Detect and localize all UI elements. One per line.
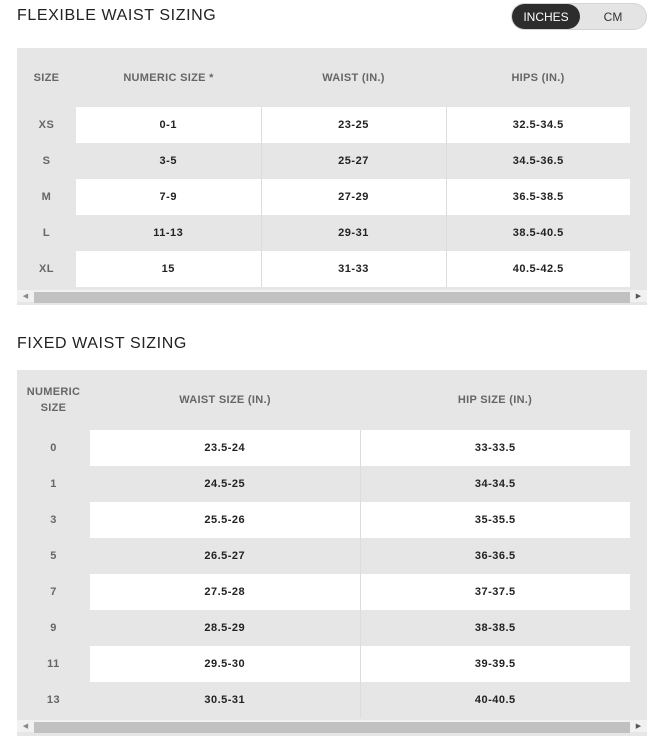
table-cell: 0-1 bbox=[76, 107, 261, 143]
table-row: 3 25.5-26 35-35.5 bbox=[17, 502, 630, 538]
fixed-waist-title: FIXED WAIST SIZING bbox=[17, 335, 187, 352]
row-header-cell: 7 bbox=[50, 586, 57, 598]
scroll-left-icon[interactable]: ◀ bbox=[17, 290, 34, 302]
column-header-waist-size: WAIST SIZE (IN.) bbox=[179, 394, 271, 406]
scrollbar-thumb[interactable] bbox=[34, 722, 630, 733]
table-row: 7 27.5-28 37-37.5 bbox=[17, 574, 630, 610]
fixed-waist-table-container: NUMERIC SIZE WAIST SIZE (IN.) HIP SIZE (… bbox=[17, 370, 647, 736]
table-row: 1 24.5-25 34-34.5 bbox=[17, 466, 630, 502]
scroll-right-icon[interactable]: ▶ bbox=[630, 290, 647, 302]
table-cell: 27.5-28 bbox=[90, 574, 360, 610]
row-header-cell: 11 bbox=[47, 658, 60, 670]
row-header-cell: S bbox=[42, 155, 51, 167]
table-header-row: NUMERIC SIZE WAIST SIZE (IN.) HIP SIZE (… bbox=[17, 370, 630, 430]
table-row: 0 23.5-24 33-33.5 bbox=[17, 430, 630, 466]
column-header-hips: HIPS (IN.) bbox=[511, 71, 565, 84]
table-cell: 23-25 bbox=[260, 107, 446, 143]
scroll-left-icon[interactable]: ◀ bbox=[17, 720, 34, 732]
horizontal-scrollbar[interactable]: ◀ ▶ bbox=[17, 720, 647, 733]
row-header-cell: 9 bbox=[50, 622, 57, 634]
table-row: 11 29.5-30 39-39.5 bbox=[17, 646, 630, 682]
column-header-numeric-size: NUMERIC SIZE bbox=[26, 386, 81, 414]
table-row: 9 28.5-29 38-38.5 bbox=[17, 610, 630, 646]
table-cell: 38-38.5 bbox=[359, 610, 630, 646]
row-header-cell: 5 bbox=[50, 550, 57, 562]
row-header-cell: M bbox=[41, 191, 52, 203]
unit-toggle[interactable]: INCHES CM bbox=[511, 3, 647, 30]
table-cell: 32.5-34.5 bbox=[445, 107, 630, 143]
flexible-waist-table: SIZE NUMERIC SIZE * WAIST (IN.) HIPS (IN… bbox=[17, 48, 630, 287]
table-cell: 11-13 bbox=[76, 215, 261, 251]
table-cell: 3-5 bbox=[76, 143, 261, 179]
table-cell: 36.5-38.5 bbox=[445, 179, 630, 215]
row-header-cell: 1 bbox=[50, 478, 57, 490]
table-cell: 30.5-31 bbox=[90, 682, 360, 718]
table-cell: 34-34.5 bbox=[359, 466, 630, 502]
table-cell: 31-33 bbox=[260, 251, 446, 287]
table-cell: 35-35.5 bbox=[359, 502, 630, 538]
table-row: XS 0-1 23-25 32.5-34.5 bbox=[17, 107, 630, 143]
table-row: M 7-9 27-29 36.5-38.5 bbox=[17, 179, 630, 215]
table-cell: 25-27 bbox=[260, 143, 446, 179]
row-header-cell: XL bbox=[38, 263, 55, 275]
unit-option-inches[interactable]: INCHES bbox=[512, 4, 580, 29]
table-cell: 29-31 bbox=[260, 215, 446, 251]
row-header-cell: 3 bbox=[50, 514, 57, 526]
table-cell: 15 bbox=[76, 251, 261, 287]
flexible-waist-title: FLEXIBLE WAIST SIZING bbox=[17, 7, 217, 24]
table-cell: 38.5-40.5 bbox=[445, 215, 630, 251]
table-row: S 3-5 25-27 34.5-36.5 bbox=[17, 143, 630, 179]
table-cell: 40-40.5 bbox=[359, 682, 630, 718]
table-cell: 7-9 bbox=[76, 179, 261, 215]
flexible-waist-table-container: SIZE NUMERIC SIZE * WAIST (IN.) HIPS (IN… bbox=[17, 48, 647, 305]
table-header-row: SIZE NUMERIC SIZE * WAIST (IN.) HIPS (IN… bbox=[17, 48, 630, 107]
table-cell: 37-37.5 bbox=[359, 574, 630, 610]
table-row: 5 26.5-27 36-36.5 bbox=[17, 538, 630, 574]
table-cell: 23.5-24 bbox=[90, 430, 360, 466]
table-cell: 36-36.5 bbox=[359, 538, 630, 574]
row-header-cell: XS bbox=[38, 119, 55, 131]
column-header-size: SIZE bbox=[33, 71, 60, 84]
table-cell: 27-29 bbox=[260, 179, 446, 215]
table-cell: 39-39.5 bbox=[359, 646, 630, 682]
table-cell: 25.5-26 bbox=[90, 502, 360, 538]
table-row: 13 30.5-31 40-40.5 bbox=[17, 682, 630, 718]
unit-option-cm[interactable]: CM bbox=[580, 4, 646, 29]
row-header-cell: L bbox=[42, 227, 51, 239]
table-cell: 24.5-25 bbox=[90, 466, 360, 502]
table-cell: 33-33.5 bbox=[359, 430, 630, 466]
table-cell: 29.5-30 bbox=[90, 646, 360, 682]
scroll-right-icon[interactable]: ▶ bbox=[630, 720, 647, 732]
scrollbar-thumb[interactable] bbox=[34, 292, 630, 303]
column-header-waist: WAIST (IN.) bbox=[322, 71, 385, 84]
column-header-numeric-size: NUMERIC SIZE * bbox=[123, 71, 214, 84]
column-header-hip-size: HIP SIZE (IN.) bbox=[457, 394, 533, 406]
table-cell: 40.5-42.5 bbox=[445, 251, 630, 287]
fixed-waist-table: NUMERIC SIZE WAIST SIZE (IN.) HIP SIZE (… bbox=[17, 370, 630, 718]
table-cell: 28.5-29 bbox=[90, 610, 360, 646]
table-cell: 34.5-36.5 bbox=[445, 143, 630, 179]
row-header-cell: 0 bbox=[50, 442, 57, 454]
horizontal-scrollbar[interactable]: ◀ ▶ bbox=[17, 290, 647, 303]
table-row: L 11-13 29-31 38.5-40.5 bbox=[17, 215, 630, 251]
table-row: XL 15 31-33 40.5-42.5 bbox=[17, 251, 630, 287]
row-header-cell: 13 bbox=[46, 694, 61, 706]
table-cell: 26.5-27 bbox=[90, 538, 360, 574]
